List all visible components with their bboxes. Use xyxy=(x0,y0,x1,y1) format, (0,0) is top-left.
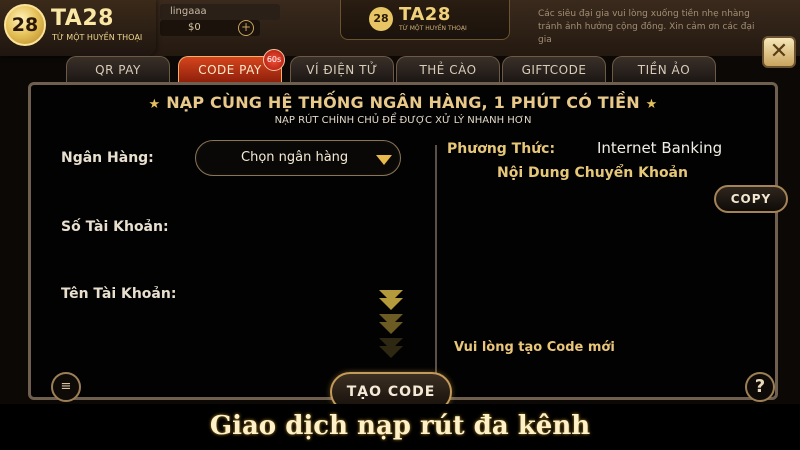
tab-virtual-currency[interactable]: TIỀN ẢO xyxy=(612,56,716,82)
add-balance-button[interactable]: + xyxy=(238,20,254,36)
brand-tagline: TỪ MỘT HUYỀN THOẠI xyxy=(52,33,143,42)
history-document-icon[interactable]: ≡ xyxy=(51,372,81,402)
center-logo-name: TA28 xyxy=(399,4,451,25)
tab-scratch-card[interactable]: THẺ CÀO xyxy=(396,56,500,82)
tab-e-wallet[interactable]: VÍ ĐIỆN TỬ xyxy=(290,56,394,82)
close-button[interactable]: ✕ xyxy=(762,36,796,68)
chevron-down-arrows-icon xyxy=(379,290,403,360)
chevron-down-icon xyxy=(376,155,392,165)
account-number-label: Số Tài Khoản: xyxy=(61,219,169,235)
payment-tabs: QR PAY CODE PAY VÍ ĐIỆN TỬ THẺ CÀO GIFTC… xyxy=(66,56,766,84)
bank-label: Ngân Hàng: xyxy=(61,150,154,166)
help-button[interactable]: ? xyxy=(745,372,775,402)
brand-name: TA28 xyxy=(51,6,114,31)
center-logo-tagline: TỪ MỘT HUYỀN THOẠI xyxy=(399,25,467,32)
panel-title-text: NẠP CÙNG HỆ THỐNG NGÂN HÀNG, 1 PHÚT CÓ T… xyxy=(166,93,640,112)
method-label: Phương Thức: xyxy=(447,141,556,157)
transfer-content-label: Nội Dung Chuyển Khoản xyxy=(497,165,688,181)
tab-qr-pay[interactable]: QR PAY xyxy=(66,56,170,82)
tab-giftcode[interactable]: GIFTCODE xyxy=(502,56,606,82)
panel-subtitle: NẠP RÚT CHÍNH CHỦ ĐỂ ĐƯỢC XỬ LÝ NHANH HƠ… xyxy=(274,115,532,126)
panel-title: ★ NẠP CÙNG HỆ THỐNG NGÂN HÀNG, 1 PHÚT CÓ… xyxy=(31,93,775,112)
center-logo-mark: 28 xyxy=(369,7,393,31)
deposit-panel: ★ NẠP CÙNG HỆ THỐNG NGÂN HÀNG, 1 PHÚT CÓ… xyxy=(28,82,788,402)
account-name-label: Tên Tài Khoản: xyxy=(61,286,177,302)
brand-logo: 28 TA28 TỪ MỘT HUYỀN THOẠI xyxy=(0,0,156,56)
timer-badge: 60s xyxy=(263,49,285,71)
center-logo: 28 TA28 TỪ MỘT HUYỀN THOẠI xyxy=(340,0,510,40)
star-icon: ★ xyxy=(148,97,161,112)
caption-text: Giao dịch nạp rút đa kênh xyxy=(209,411,591,441)
bank-select[interactable]: Chọn ngân hàng xyxy=(195,140,401,176)
notice-text: Các siêu đại gia vui lòng xuống tiền nhẹ… xyxy=(538,9,755,45)
star-icon: ★ xyxy=(645,97,658,112)
username-field: lingaaa xyxy=(160,4,280,20)
new-code-hint: Vui lòng tạo Code mới xyxy=(454,340,615,355)
bank-select-value: Chọn ngân hàng xyxy=(241,150,349,165)
copy-button[interactable]: COPY xyxy=(714,185,788,213)
method-value: Internet Banking xyxy=(597,139,723,157)
panel-divider xyxy=(435,145,437,395)
brand-logo-mark: 28 xyxy=(4,4,46,46)
